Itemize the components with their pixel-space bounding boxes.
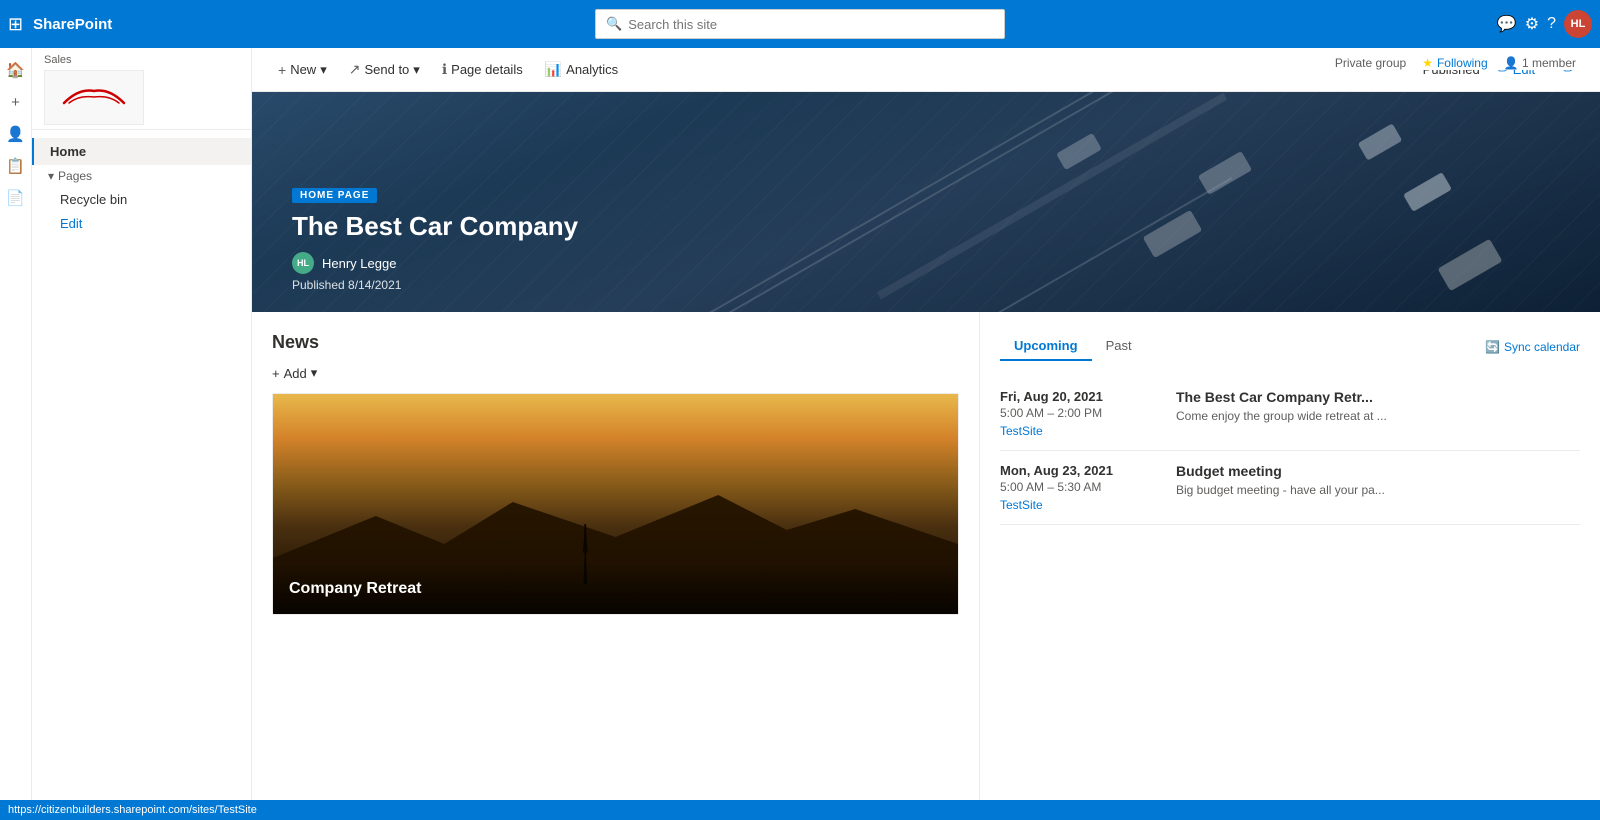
- news-add-icon: +: [272, 366, 280, 381]
- hero-author: HL Henry Legge: [292, 252, 578, 274]
- news-card-overlay: Company Retreat: [273, 564, 958, 614]
- content-below: News + Add ▾ Company Retrea: [252, 312, 1600, 820]
- new-chevron-icon: ▾: [320, 62, 327, 78]
- news-title: News: [272, 332, 959, 353]
- send-to-button[interactable]: ↗ Send to ▾: [339, 57, 430, 82]
- hero-content: HOME PAGE The Best Car Company HL Henry …: [292, 185, 578, 292]
- analytics-button[interactable]: 📊 Analytics: [535, 57, 628, 82]
- page-toolbar: + New ▾ ↗ Send to ▾ ℹ Page details 📊 Ana…: [252, 48, 1600, 92]
- new-button[interactable]: + New ▾: [268, 58, 337, 82]
- page-details-button[interactable]: ℹ Page details: [432, 57, 533, 82]
- tab-upcoming[interactable]: Upcoming: [1000, 332, 1092, 361]
- news-card-title: Company Retreat: [289, 580, 942, 598]
- sync-calendar-button[interactable]: 🔄 Sync calendar: [1485, 340, 1580, 354]
- header-right-zone: Private group ★ Following 👤 1 member: [1327, 56, 1584, 70]
- event-card-2: Mon, Aug 23, 2021 5:00 AM – 5:30 AM Test…: [1000, 451, 1580, 525]
- sidebar-home-icon[interactable]: 🏠: [2, 56, 30, 84]
- content-panel: Sales Home ▾ Pages Recycle bin Edit: [32, 48, 252, 820]
- hero-published-date: Published 8/14/2021: [292, 278, 578, 292]
- news-card-image: Company Retreat: [273, 394, 958, 614]
- page-details-icon: ℹ: [442, 61, 447, 78]
- sidebar-pages-icon[interactable]: 📄: [2, 184, 30, 212]
- hero-author-avatar: HL: [292, 252, 314, 274]
- nav-home[interactable]: Home: [32, 138, 251, 165]
- event-time-2: 5:00 AM – 5:30 AM: [1000, 480, 1160, 494]
- tab-past[interactable]: Past: [1092, 332, 1146, 361]
- waffle-icon[interactable]: ⊞: [8, 14, 23, 35]
- star-icon: ★: [1422, 56, 1433, 70]
- analytics-icon: 📊: [545, 61, 562, 78]
- toolbar-left: + New ▾ ↗ Send to ▾ ℹ Page details 📊 Ana…: [268, 57, 628, 82]
- site-label: Sales: [44, 54, 239, 66]
- event-date-col: Fri, Aug 20, 2021 5:00 AM – 2:00 PM Test…: [1000, 389, 1160, 438]
- following-button[interactable]: ★ Following: [1422, 56, 1487, 70]
- nav-edit-link[interactable]: Edit: [32, 212, 251, 235]
- news-section: News + Add ▾ Company Retrea: [252, 312, 980, 820]
- send-to-chevron-icon: ▾: [413, 62, 420, 78]
- news-add-button[interactable]: + Add ▾: [272, 365, 317, 381]
- site-thumbnail-area: Sales: [32, 48, 251, 130]
- event-title-1[interactable]: The Best Car Company Retr...: [1176, 389, 1580, 405]
- news-card[interactable]: Company Retreat: [272, 393, 959, 615]
- top-nav-right: 💬 ⚙ ? HL: [1497, 10, 1592, 38]
- send-to-icon: ↗: [349, 61, 361, 78]
- nav-pages-header[interactable]: ▾ Pages: [32, 165, 251, 187]
- events-section: Upcoming Past 🔄 Sync calendar Fri, Aug 2…: [980, 312, 1600, 820]
- event-date-1: Fri, Aug 20, 2021: [1000, 389, 1160, 404]
- new-icon: +: [278, 62, 286, 78]
- event-desc-2: Big budget meeting - have all your pa...: [1176, 483, 1580, 497]
- settings-icon[interactable]: ⚙: [1525, 14, 1539, 34]
- events-tab-group: Upcoming Past: [1000, 332, 1146, 361]
- sidebar: 🏠 + 👤 📋 📄: [0, 48, 32, 820]
- hero-title: The Best Car Company: [292, 211, 578, 242]
- event-details-col-2: Budget meeting Big budget meeting - have…: [1176, 463, 1580, 512]
- search-input[interactable]: [628, 17, 994, 32]
- members-label: 👤 1 member: [1504, 56, 1576, 70]
- private-group-label: Private group: [1335, 56, 1406, 70]
- event-site-2[interactable]: TestSite: [1000, 498, 1160, 512]
- nav-home-label: Home: [50, 144, 86, 159]
- event-card: Fri, Aug 20, 2021 5:00 AM – 2:00 PM Test…: [1000, 377, 1580, 451]
- sidebar-notes-icon[interactable]: 📋: [2, 152, 30, 180]
- top-navigation: ⊞ SharePoint 🔍 💬 ⚙ ? HL: [0, 0, 1600, 48]
- avatar[interactable]: HL: [1564, 10, 1592, 38]
- nav-recycle-bin[interactable]: Recycle bin: [32, 187, 251, 212]
- feedback-icon[interactable]: 💬: [1497, 14, 1517, 34]
- event-time-1: 5:00 AM – 2:00 PM: [1000, 406, 1160, 420]
- event-date-col-2: Mon, Aug 23, 2021 5:00 AM – 5:30 AM Test…: [1000, 463, 1160, 512]
- events-tabs-bar: Upcoming Past 🔄 Sync calendar: [1000, 332, 1580, 361]
- status-bar: https://citizenbuilders.sharepoint.com/s…: [0, 800, 1600, 820]
- event-title-2[interactable]: Budget meeting: [1176, 463, 1580, 479]
- hero-author-name: Henry Legge: [322, 256, 396, 271]
- sidebar-people-icon[interactable]: 👤: [2, 120, 30, 148]
- event-site-1[interactable]: TestSite: [1000, 424, 1160, 438]
- main-layout: 🏠 + 👤 📋 📄 Sales Home ▾ Pages: [0, 48, 1600, 820]
- people-icon: 👤: [1504, 56, 1519, 70]
- hero-badge: HOME PAGE: [292, 188, 377, 203]
- event-details-col: The Best Car Company Retr... Come enjoy …: [1176, 389, 1580, 438]
- event-date-2: Mon, Aug 23, 2021: [1000, 463, 1160, 478]
- search-bar[interactable]: 🔍: [595, 9, 1005, 39]
- site-logo-svg: [54, 83, 134, 113]
- sync-icon: 🔄: [1485, 340, 1500, 354]
- sidebar-add-icon[interactable]: +: [2, 88, 30, 116]
- event-desc-1: Come enjoy the group wide retreat at ...: [1176, 409, 1580, 423]
- news-add-chevron: ▾: [311, 365, 318, 381]
- app-brand[interactable]: SharePoint: [33, 16, 112, 33]
- nav-section: Home ▾ Pages Recycle bin Edit: [32, 130, 251, 243]
- search-icon: 🔍: [606, 16, 622, 32]
- hero-area: HOME PAGE The Best Car Company HL Henry …: [252, 92, 1600, 312]
- nav-pages-chevron: ▾: [48, 169, 54, 183]
- status-url: https://citizenbuilders.sharepoint.com/s…: [8, 804, 257, 816]
- help-icon[interactable]: ?: [1547, 15, 1556, 33]
- site-thumbnail: [44, 70, 144, 125]
- main-area: + New ▾ ↗ Send to ▾ ℹ Page details 📊 Ana…: [252, 48, 1600, 820]
- nav-pages-label: Pages: [58, 169, 92, 183]
